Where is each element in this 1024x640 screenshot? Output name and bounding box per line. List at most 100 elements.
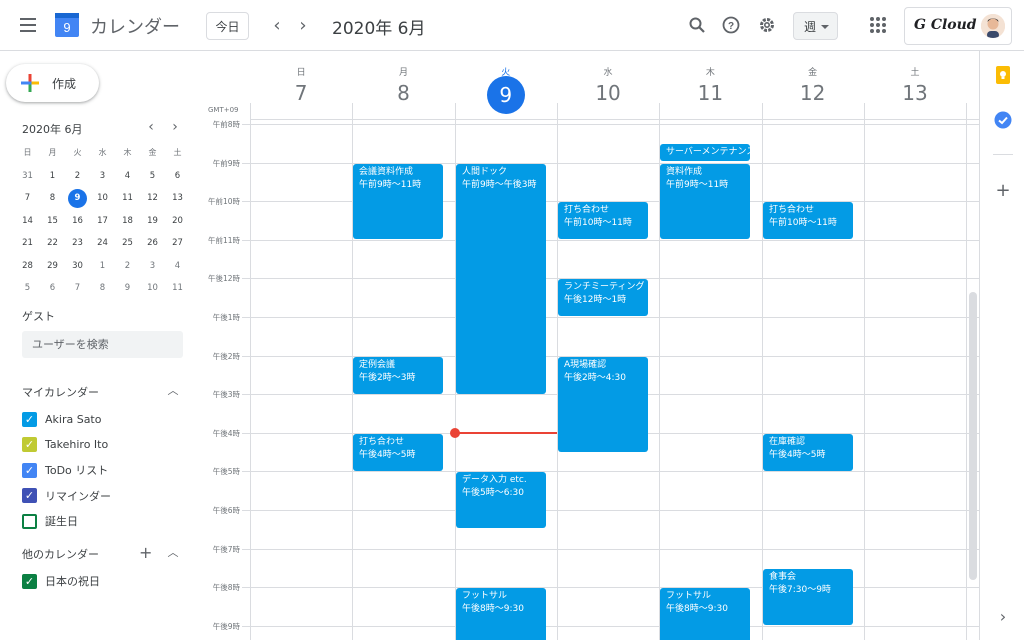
mini-day[interactable]: 14 [15, 211, 40, 231]
mini-day[interactable]: 4 [165, 256, 190, 276]
day-number[interactable]: 13 [864, 81, 966, 105]
collapse-chevron-up-icon[interactable]: ︿ [166, 383, 180, 397]
calendar-event[interactable]: 資料作成 午前9時～11時 [660, 164, 750, 239]
day-number[interactable]: 11 [659, 81, 761, 105]
mini-day[interactable]: 4 [115, 166, 140, 186]
day-number[interactable]: 10 [557, 81, 659, 105]
apps-grid-icon[interactable] [870, 17, 886, 33]
mini-day[interactable]: 25 [115, 233, 140, 253]
calendar-item[interactable]: ✓ リマインダー [22, 486, 111, 506]
calendar-event[interactable]: 打ち合わせ 午後4時～5時 [353, 434, 443, 471]
day-header[interactable]: 木 11 [659, 51, 761, 123]
mini-day[interactable]: 15 [40, 211, 65, 231]
day-header[interactable]: 水 10 [557, 51, 659, 123]
mini-day[interactable]: 3 [140, 256, 165, 276]
day-number[interactable]: 12 [762, 81, 864, 105]
mini-day[interactable]: 3 [90, 166, 115, 186]
calendar-item[interactable]: ✓ Takehiro Ito [22, 435, 108, 455]
calendar-event[interactable]: フットサル 午後8時～9:30 [660, 588, 750, 640]
mini-day[interactable]: 12 [140, 188, 165, 208]
mini-day[interactable]: 23 [65, 233, 90, 253]
view-select[interactable]: 週 [793, 12, 838, 40]
mini-day[interactable]: 30 [65, 256, 90, 276]
mini-day[interactable]: 26 [140, 233, 165, 253]
day-header[interactable]: 月8 [352, 51, 454, 123]
mini-day[interactable]: 16 [65, 211, 90, 231]
tasks-icon[interactable] [994, 111, 1012, 129]
mini-day[interactable]: 5 [15, 278, 40, 298]
settings-gear-icon[interactable] [756, 14, 778, 36]
mini-day[interactable]: 11 [165, 278, 190, 298]
mini-day[interactable]: 1 [90, 256, 115, 276]
create-button[interactable]: 作成 [6, 64, 99, 102]
checkbox-checked-icon[interactable]: ✓ [22, 488, 37, 503]
day-header[interactable]: 土 13 [864, 51, 966, 123]
day-number[interactable]: 8 [352, 81, 454, 105]
mini-day[interactable]: 8 [40, 188, 65, 208]
mini-day[interactable]: 28 [15, 256, 40, 276]
prev-week-chevron-icon[interactable]: ‹ [266, 14, 288, 36]
mini-day[interactable]: 17 [90, 211, 115, 231]
mini-day[interactable]: 7 [65, 278, 90, 298]
mini-day[interactable]: 5 [140, 166, 165, 186]
checkbox-checked-icon[interactable]: ✓ [22, 462, 37, 478]
calendar-item[interactable]: ✓ 日本の祝日 [22, 571, 100, 591]
account-button[interactable]: G Cloud [904, 7, 1012, 45]
mini-prev-chevron-icon[interactable]: ‹ [143, 119, 159, 135]
mini-day[interactable]: 2 [115, 256, 140, 276]
mini-day[interactable]: 8 [90, 278, 115, 298]
mini-day[interactable]: 21 [15, 233, 40, 253]
mini-day[interactable]: 13 [165, 188, 190, 208]
expand-chevron-right-icon[interactable]: › [994, 607, 1012, 626]
calendar-event[interactable]: フットサル 午後8時～9:30 [456, 588, 546, 640]
mini-day[interactable]: 31 [15, 166, 40, 186]
day-number[interactable]: 7 [250, 81, 352, 105]
mini-day[interactable]: 6 [165, 166, 190, 186]
mini-day[interactable]: 9 [65, 188, 90, 209]
calendar-event[interactable]: 定例会議 午後2時～3時 [353, 357, 443, 394]
calendar-event[interactable]: 打ち合わせ 午前10時～11時 [763, 202, 853, 239]
menu-icon[interactable] [18, 16, 38, 34]
day-header[interactable]: 金 12 [762, 51, 864, 123]
next-week-chevron-icon[interactable]: › [292, 14, 314, 36]
mini-day[interactable]: 10 [90, 188, 115, 208]
checkbox-unchecked-icon[interactable] [22, 513, 37, 529]
calendar-event[interactable]: サーバーメンテナンス [660, 144, 750, 161]
mini-day[interactable]: 22 [40, 233, 65, 253]
mini-day[interactable]: 29 [40, 256, 65, 276]
checkbox-checked-icon[interactable]: ✓ [22, 437, 37, 452]
calendar-item[interactable]: ✓ ToDo リスト [22, 460, 108, 480]
mini-day[interactable]: 24 [90, 233, 115, 253]
day-header[interactable]: 日7 [250, 51, 352, 123]
checkbox-checked-icon[interactable]: ✓ [22, 411, 37, 427]
add-calendar-plus-icon[interactable]: + [139, 543, 152, 562]
calendar-event[interactable]: 在庫確認 午後4時～5時 [763, 434, 853, 471]
search-icon[interactable] [686, 14, 708, 36]
help-icon[interactable]: ? [720, 14, 742, 36]
keep-notes-icon[interactable] [994, 66, 1012, 84]
vertical-scrollbar[interactable] [969, 292, 977, 580]
mini-day[interactable]: 6 [40, 278, 65, 298]
add-addon-plus-icon[interactable]: + [994, 180, 1012, 201]
calendar-event[interactable]: 会議資料作成 午前9時～11時 [353, 164, 443, 239]
day-number[interactable]: 9 [455, 76, 557, 114]
calendar-item[interactable]: 誕生日 [22, 511, 78, 531]
calendar-event[interactable]: 食事会 午後7:30～9時 [763, 569, 853, 625]
day-header[interactable]: 火9 [455, 51, 557, 123]
mini-day[interactable]: 27 [165, 233, 190, 253]
guest-search-input[interactable]: ユーザーを検索 [22, 331, 183, 358]
mini-day[interactable]: 11 [115, 188, 140, 208]
mini-day[interactable]: 20 [165, 211, 190, 231]
collapse-chevron-up-icon[interactable]: ︿ [166, 545, 180, 559]
calendar-item[interactable]: ✓ Akira Sato [22, 409, 101, 429]
mini-day[interactable]: 1 [40, 166, 65, 186]
mini-day[interactable]: 18 [115, 211, 140, 231]
mini-day[interactable]: 19 [140, 211, 165, 231]
mini-day[interactable]: 10 [140, 278, 165, 298]
calendar-event[interactable]: データ入力 etc. 午後5時～6:30 [456, 472, 546, 528]
calendar-event[interactable]: 人間ドック 午前9時～午後3時 [456, 164, 546, 394]
today-button[interactable]: 今日 [206, 12, 249, 40]
checkbox-checked-icon[interactable]: ✓ [22, 573, 37, 589]
calendar-event[interactable]: 打ち合わせ 午前10時～11時 [558, 202, 648, 239]
calendar-event[interactable]: A現場確認 午後2時～4:30 [558, 357, 648, 452]
